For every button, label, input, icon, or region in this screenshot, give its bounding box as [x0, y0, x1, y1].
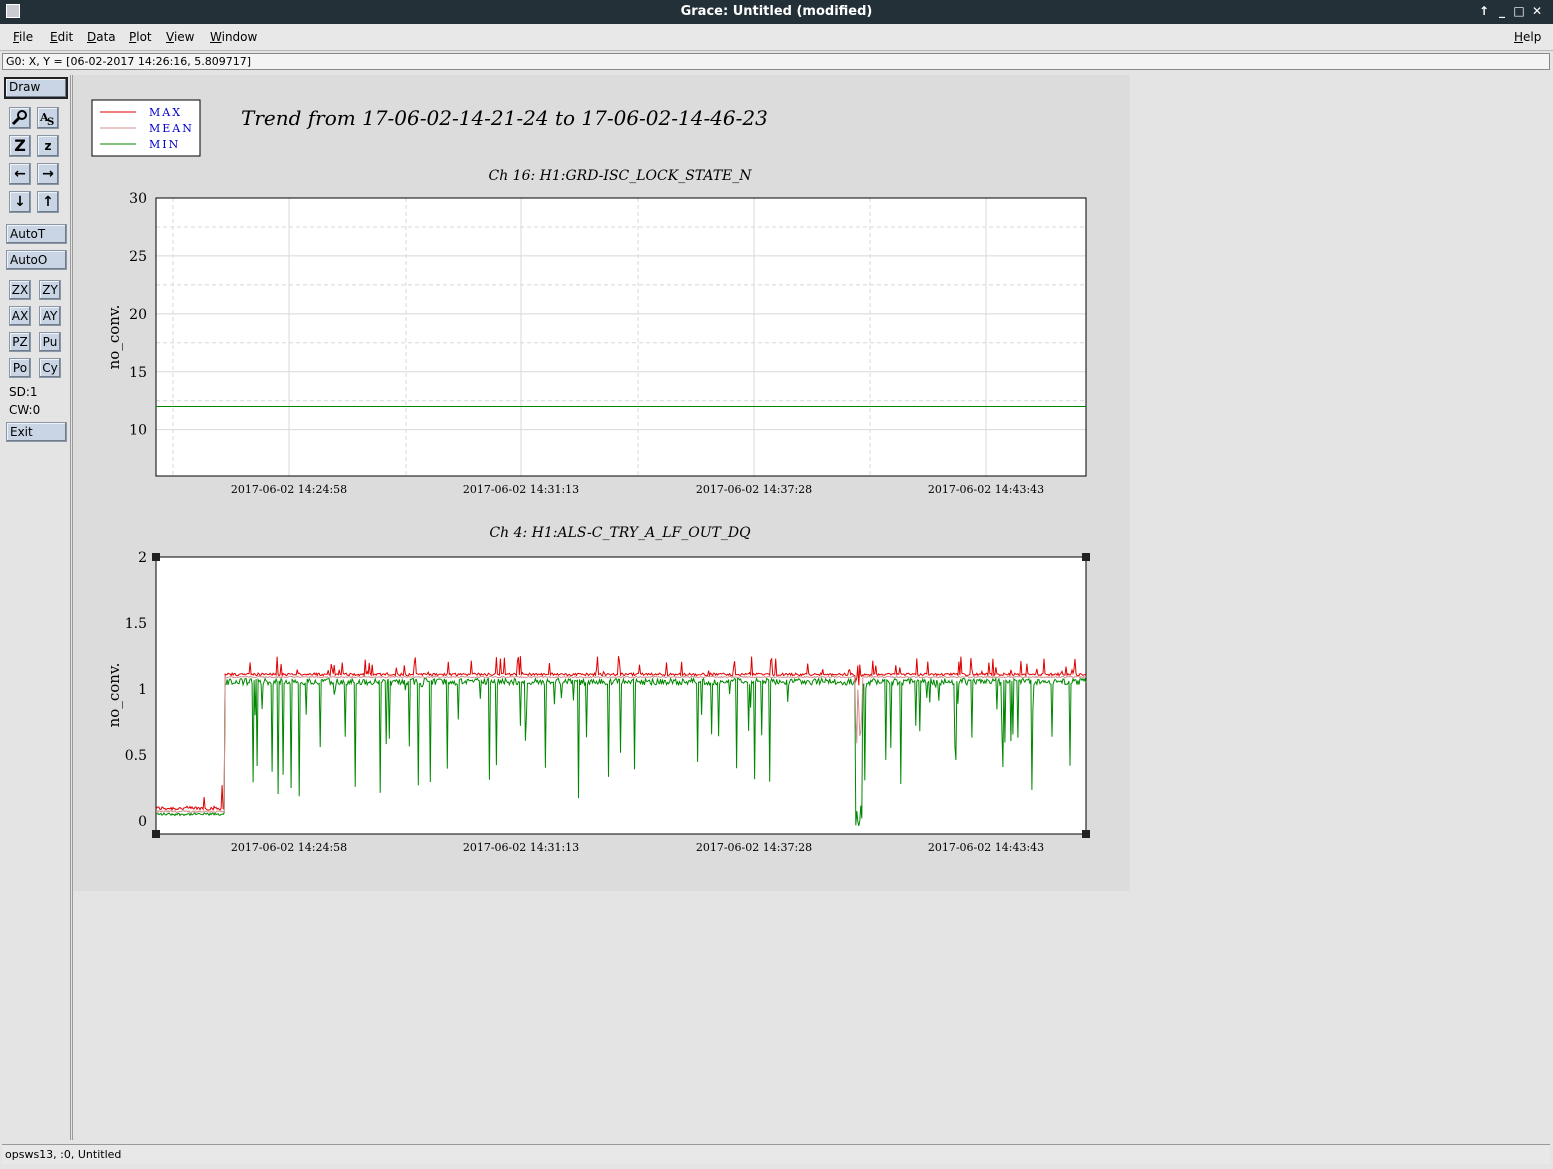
- window-up-icon[interactable]: ↑: [1476, 3, 1492, 19]
- autot-button[interactable]: AutoT: [6, 224, 67, 244]
- menu-help[interactable]: Help: [1514, 30, 1541, 44]
- selection-handle-bl[interactable]: [152, 830, 160, 838]
- autoscale-icon[interactable]: AS: [37, 107, 59, 129]
- menu-data[interactable]: Data: [87, 30, 116, 44]
- arrow-left-icon[interactable]: ←: [9, 163, 31, 185]
- zx-button[interactable]: ZX: [9, 280, 31, 300]
- minimize-icon[interactable]: _: [1494, 3, 1510, 19]
- graph1-xtick-label: 2017-06-02 14:37:28: [696, 483, 812, 496]
- graph1-ytick-label: 15: [129, 365, 147, 381]
- legend-min-label: MIN: [149, 138, 180, 151]
- selection-handle-tr[interactable]: [1082, 553, 1090, 561]
- zoom-in-icon[interactable]: Z: [9, 135, 31, 157]
- arrow-down-icon[interactable]: ↓: [9, 191, 31, 213]
- arrow-up-icon[interactable]: ↑: [37, 191, 59, 213]
- plot-title: Trend from 17-06-02-14-21-24 to 17-06-02…: [241, 106, 768, 130]
- cy-button[interactable]: Cy: [39, 358, 61, 378]
- legend-mean-label: MEAN: [149, 122, 194, 135]
- graph2-xtick-label: 2017-06-02 14:37:28: [696, 841, 812, 854]
- exit-button[interactable]: Exit: [6, 422, 67, 442]
- selection-handle-br[interactable]: [1082, 830, 1090, 838]
- menu-edit[interactable]: Edit: [50, 30, 73, 44]
- graph1-ytick-label: 25: [129, 249, 147, 265]
- pz-button[interactable]: PZ: [9, 332, 31, 352]
- graph2-xtick-label: 2017-06-02 14:31:13: [463, 841, 579, 854]
- legend-max-label: MAX: [149, 106, 182, 119]
- pu-button[interactable]: Pu: [39, 332, 61, 352]
- selection-handle-tl[interactable]: [152, 553, 160, 561]
- ax-button[interactable]: AX: [9, 306, 31, 326]
- autoo-button[interactable]: AutoO: [6, 250, 67, 270]
- menu-view[interactable]: View: [166, 30, 194, 44]
- ay-button[interactable]: AY: [39, 306, 61, 326]
- graph1-xtick-label: 2017-06-02 14:43:43: [928, 483, 1044, 496]
- canvas-area: MAX MEAN MIN Trend from 17-06-02-14-21-2…: [72, 75, 1551, 1140]
- menu-plot[interactable]: Plot: [129, 30, 152, 44]
- graph1-xtick-label: 2017-06-02 14:24:58: [231, 483, 347, 496]
- menu-bar: File Edit Data Plot View Window Help: [0, 24, 1553, 51]
- tool-panel: Draw AS Z z ← → ↓ ↑ AutoT AutoO ZX ZY AX…: [2, 75, 71, 1140]
- graph1-ylabel: no_conv.: [105, 305, 123, 370]
- graph1-ytick-label: 10: [129, 423, 147, 439]
- sd-text: SD:1: [9, 385, 38, 399]
- po-button[interactable]: Po: [9, 358, 31, 378]
- graph2-ytick-label: 1.5: [125, 616, 147, 632]
- window-title: Grace: Untitled (modified): [680, 4, 873, 19]
- close-icon[interactable]: ✕: [1529, 3, 1545, 19]
- plot-canvas[interactable]: MAX MEAN MIN Trend from 17-06-02-14-21-2…: [73, 75, 1130, 891]
- graph2-ytick-label: 1: [138, 682, 147, 698]
- svg-text:S: S: [47, 117, 54, 128]
- zoom-icon[interactable]: [9, 107, 31, 129]
- graph2-ytick-label: 2: [138, 550, 147, 566]
- locator-bar: G0: X, Y = [06-02-2017 14:26:16, 5.80971…: [2, 53, 1550, 70]
- graph1-subtitle: Ch 16: H1:GRD-ISC_LOCK_STATE_N: [488, 168, 752, 184]
- menu-window[interactable]: Window: [210, 30, 257, 44]
- graph1-xtick-label: 2017-06-02 14:31:13: [463, 483, 579, 496]
- arrow-right-icon[interactable]: →: [37, 163, 59, 185]
- graph2-xtick-label: 2017-06-02 14:24:58: [231, 841, 347, 854]
- zy-button[interactable]: ZY: [39, 280, 61, 300]
- graph1-ytick-label: 20: [129, 307, 147, 323]
- maximize-icon[interactable]: □: [1511, 3, 1527, 19]
- graph1-ytick-label: 30: [129, 191, 147, 207]
- status-bar: opsws13, :0, Untitled: [2, 1144, 1550, 1164]
- zoom-out-icon[interactable]: z: [37, 135, 59, 157]
- draw-button[interactable]: Draw: [4, 77, 68, 99]
- graph2-ytick-label: 0: [138, 814, 147, 830]
- graph1-bg: [156, 198, 1086, 476]
- graph2-ylabel: no_conv.: [105, 663, 123, 728]
- graph2-ytick-label: 0.5: [125, 748, 147, 764]
- graph2-xtick-label: 2017-06-02 14:43:43: [928, 841, 1044, 854]
- cw-text: CW:0: [9, 403, 41, 417]
- graph2-subtitle: Ch 4: H1:ALS-C_TRY_A_LF_OUT_DQ: [489, 525, 751, 541]
- title-bar: Grace: Untitled (modified) ↑ _ □ ✕: [0, 0, 1553, 24]
- menu-file[interactable]: File: [13, 30, 33, 44]
